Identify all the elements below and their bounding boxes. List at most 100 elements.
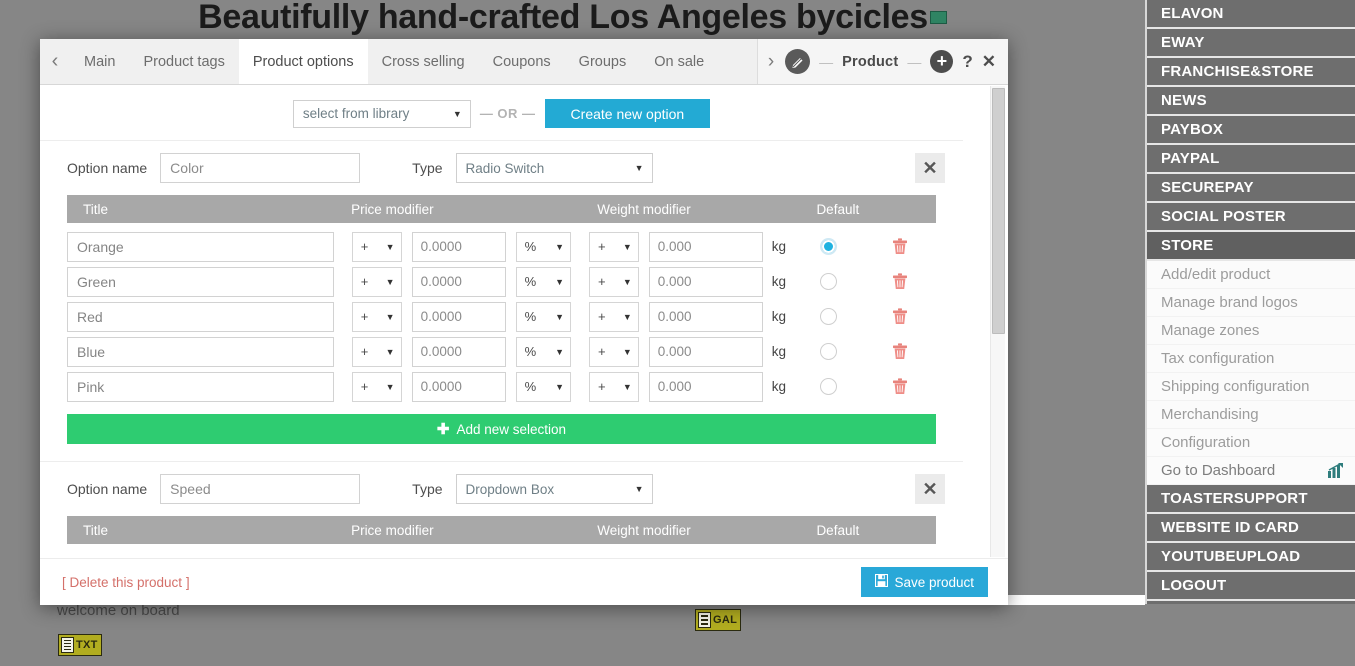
chevron-down-icon: ▼ <box>385 381 395 392</box>
table-row: + ▼ % ▼ + ▼ kg <box>67 369 936 404</box>
selection-title-input[interactable] <box>67 231 334 262</box>
sidebar-item-store[interactable]: STORE <box>1147 232 1355 261</box>
weight-value-input[interactable] <box>648 336 763 367</box>
sidebar-item-news[interactable]: NEWS <box>1147 87 1355 116</box>
sidebar-item-paypal[interactable]: PAYPAL <box>1147 145 1355 174</box>
select-from-library-dropdown[interactable]: select from library ▼ <box>292 99 471 128</box>
document-lines-icon <box>61 637 74 653</box>
delete-selection-button[interactable] <box>865 343 936 360</box>
price-sign-dropdown[interactable]: + ▼ <box>351 231 402 262</box>
sidebar-subitem-label: Manage zones <box>1161 322 1260 339</box>
chevron-down-icon: ▼ <box>634 484 644 494</box>
add-product-icon[interactable]: + <box>930 50 954 73</box>
tab-product-options[interactable]: Product options <box>238 39 368 84</box>
remove-option-button[interactable]: ✕ <box>915 153 945 183</box>
option-type-dropdown[interactable]: Radio Switch ▼ <box>455 153 653 183</box>
price-value-input[interactable] <box>411 266 506 297</box>
weight-unit-label: kg <box>771 274 787 289</box>
price-value-input[interactable] <box>411 336 506 367</box>
selections-table-header: Title Price modifier Weight modifier Def… <box>67 195 936 223</box>
sidebar-subitem-merchandising[interactable]: Merchandising <box>1147 401 1355 429</box>
price-unit-value: % <box>524 344 537 359</box>
option-type-dropdown[interactable]: Dropdown Box ▼ <box>455 474 653 504</box>
tab-on-sale[interactable]: On sale <box>640 39 719 84</box>
default-radio-button[interactable] <box>820 238 838 255</box>
sidebar-item-website-id-card[interactable]: WEBSITE ID CARD <box>1147 514 1355 543</box>
tab-cross-selling[interactable]: Cross selling <box>367 39 479 84</box>
modal-scrollbar[interactable] <box>990 86 1005 557</box>
weight-sign-dropdown[interactable]: + ▼ <box>588 266 639 297</box>
price-value-input[interactable] <box>411 231 506 262</box>
scrollbar-thumb[interactable] <box>992 88 1005 334</box>
selection-title-input[interactable] <box>67 336 334 367</box>
selection-title-input[interactable] <box>67 371 334 402</box>
option-name-input[interactable] <box>160 153 361 183</box>
weight-value-input[interactable] <box>648 266 763 297</box>
delete-selection-button[interactable] <box>865 273 936 290</box>
weight-value-input[interactable] <box>648 301 763 332</box>
tab-product-tags[interactable]: Product tags <box>129 39 239 84</box>
save-product-button[interactable]: Save product <box>861 567 988 597</box>
tab-main[interactable]: Main <box>70 39 130 84</box>
delete-selection-button[interactable] <box>865 238 936 255</box>
price-sign-dropdown[interactable]: + ▼ <box>351 266 402 297</box>
default-radio-button[interactable] <box>820 308 838 325</box>
price-unit-dropdown[interactable]: % ▼ <box>515 371 571 402</box>
forward-arrow-icon[interactable]: › <box>768 51 774 73</box>
delete-selection-button[interactable] <box>865 308 936 325</box>
sidebar-item-elavon[interactable]: ELAVON <box>1147 0 1355 29</box>
back-arrow-icon[interactable]: ‹ <box>40 39 70 84</box>
close-icon[interactable]: ✕ <box>982 52 996 72</box>
sidebar-subitem-manage-zones[interactable]: Manage zones <box>1147 317 1355 345</box>
default-radio-button[interactable] <box>820 343 838 360</box>
sidebar-subitem-manage-brand-logos[interactable]: Manage brand logos <box>1147 289 1355 317</box>
sidebar-subitem-go-to-dashboard[interactable]: Go to Dashboard <box>1147 457 1355 485</box>
price-sign-dropdown[interactable]: + ▼ <box>351 371 402 402</box>
remove-option-button[interactable]: ✕ <box>915 474 945 504</box>
pencil-edit-icon[interactable] <box>785 49 811 74</box>
default-radio-button[interactable] <box>820 273 838 290</box>
sidebar-subitem-shipping-configuration[interactable]: Shipping configuration <box>1147 373 1355 401</box>
sidebar-item-youtubeupload[interactable]: YOUTUBEUPLOAD <box>1147 543 1355 572</box>
price-unit-dropdown[interactable]: % ▼ <box>515 266 571 297</box>
sidebar-item-logout[interactable]: LOGOUT <box>1147 572 1355 601</box>
sidebar-subitem-configuration[interactable]: Configuration <box>1147 429 1355 457</box>
weight-sign-dropdown[interactable]: + ▼ <box>588 301 639 332</box>
sidebar-item-securepay[interactable]: SECUREPAY <box>1147 174 1355 203</box>
price-unit-dropdown[interactable]: % ▼ <box>515 301 571 332</box>
price-unit-dropdown[interactable]: % ▼ <box>515 336 571 367</box>
create-new-option-button[interactable]: Create new option <box>544 99 711 128</box>
help-icon[interactable]: ? <box>962 52 972 72</box>
delete-selection-button[interactable] <box>865 378 936 395</box>
chevron-down-icon: ▼ <box>385 346 395 357</box>
txt-file-badge[interactable]: TXT <box>58 634 102 656</box>
sidebar-item-paybox[interactable]: PAYBOX <box>1147 116 1355 145</box>
library-select-value: select from library <box>302 106 410 121</box>
price-value-input[interactable] <box>411 301 506 332</box>
tab-groups[interactable]: Groups <box>564 39 641 84</box>
price-unit-dropdown[interactable]: % ▼ <box>515 231 571 262</box>
weight-sign-dropdown[interactable]: + ▼ <box>588 336 639 367</box>
default-radio-cell <box>792 343 864 360</box>
price-sign-dropdown[interactable]: + ▼ <box>351 301 402 332</box>
delete-product-link[interactable]: [ Delete this product ] <box>62 575 190 590</box>
tab-coupons[interactable]: Coupons <box>478 39 565 84</box>
weight-value-input[interactable] <box>648 371 763 402</box>
sidebar-subitem-add-edit-product[interactable]: Add/edit product <box>1147 261 1355 289</box>
sidebar-item-franchise-store[interactable]: FRANCHISE&STORE <box>1147 58 1355 87</box>
default-radio-button[interactable] <box>820 378 838 395</box>
selection-title-input[interactable] <box>67 266 334 297</box>
weight-sign-dropdown[interactable]: + ▼ <box>588 231 639 262</box>
selection-title-input[interactable] <box>67 301 334 332</box>
sidebar-item-eway[interactable]: EWAY <box>1147 29 1355 58</box>
price-sign-dropdown[interactable]: + ▼ <box>351 336 402 367</box>
sidebar-item-toastersupport[interactable]: TOASTERSUPPORT <box>1147 485 1355 514</box>
price-value-input[interactable] <box>411 371 506 402</box>
sidebar-subitem-tax-configuration[interactable]: Tax configuration <box>1147 345 1355 373</box>
weight-value-input[interactable] <box>648 231 763 262</box>
sidebar-item-social-poster[interactable]: SOCIAL POSTER <box>1147 203 1355 232</box>
option-name-input[interactable] <box>160 474 361 504</box>
add-new-selection-button[interactable]: ✚ Add new selection <box>67 414 936 444</box>
weight-sign-dropdown[interactable]: + ▼ <box>588 371 639 402</box>
gal-file-badge[interactable]: GAL <box>695 609 742 631</box>
